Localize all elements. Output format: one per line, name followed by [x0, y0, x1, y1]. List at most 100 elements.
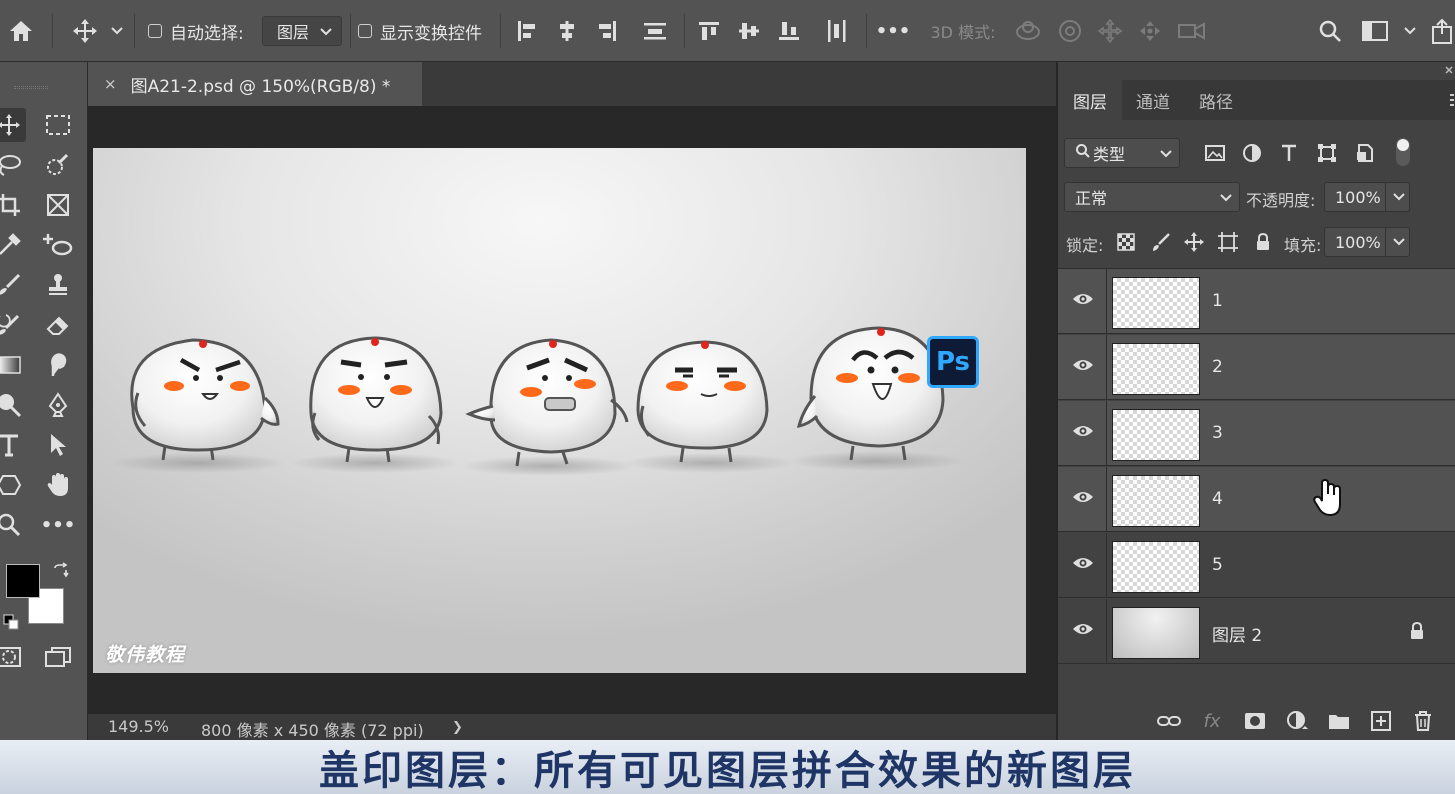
auto-select-target-dropdown[interactable]: 图层 — [262, 16, 342, 46]
blend-mode-dropdown[interactable]: 正常 — [1064, 182, 1240, 212]
filter-adjustment-icon[interactable] — [1239, 140, 1265, 166]
workspace-chevron-icon[interactable] — [1400, 0, 1420, 62]
layer-row[interactable]: 4 — [1058, 467, 1455, 532]
foreground-color-swatch[interactable] — [6, 564, 40, 598]
layer-row[interactable]: 3 — [1058, 401, 1455, 466]
lock-all-icon[interactable] — [1250, 229, 1276, 255]
layer-name[interactable]: 1 — [1212, 291, 1223, 311]
distribute-horizontal-icon[interactable] — [822, 0, 852, 62]
zoom-level[interactable]: 149.5% — [108, 717, 169, 736]
filter-pixel-icon[interactable] — [1202, 140, 1228, 166]
show-transform-checkbox[interactable] — [358, 24, 372, 38]
align-vertical-centers-icon[interactable] — [734, 0, 764, 62]
layer-row[interactable]: 2 — [1058, 335, 1455, 400]
3d-pan-icon[interactable] — [1094, 0, 1126, 62]
workspace-layout-icon[interactable] — [1358, 0, 1392, 62]
link-layers-icon[interactable] — [1156, 708, 1182, 734]
path-selection-icon[interactable] — [41, 428, 75, 462]
tool-preset-chevron-icon[interactable] — [108, 0, 126, 62]
visibility-eye-icon[interactable] — [1072, 423, 1094, 443]
visibility-eye-icon[interactable] — [1072, 489, 1094, 509]
pen-tool-icon[interactable] — [41, 388, 75, 422]
layer-row[interactable]: 1 — [1058, 269, 1455, 334]
add-mask-icon[interactable] — [1242, 708, 1268, 734]
layer-name[interactable]: 4 — [1212, 489, 1223, 509]
layer-row[interactable]: 5 — [1058, 533, 1455, 598]
layer-name[interactable]: 3 — [1212, 423, 1223, 443]
type-tool-icon[interactable] — [0, 428, 26, 462]
new-group-folder-icon[interactable] — [1326, 708, 1352, 734]
eyedropper-icon[interactable] — [0, 228, 26, 262]
layer-name[interactable]: 2 — [1212, 357, 1223, 377]
image-canvas[interactable]: Ps 敬伟教程 — [93, 148, 1026, 673]
default-colors-icon[interactable] — [3, 614, 21, 636]
align-right-edges-icon[interactable] — [592, 0, 622, 62]
3d-orbit-icon[interactable] — [1012, 0, 1044, 62]
eraser-icon[interactable] — [41, 308, 75, 342]
distribute-vertical-icon[interactable] — [638, 0, 672, 62]
quick-mask-icon[interactable] — [0, 640, 26, 674]
fill-field[interactable]: 100% — [1324, 227, 1410, 257]
swap-colors-icon[interactable] — [52, 562, 70, 584]
spot-healing-brush-icon[interactable] — [41, 228, 75, 262]
tab-layers[interactable]: 图层 — [1058, 80, 1122, 120]
layer-name[interactable]: 图层 2 — [1212, 621, 1262, 646]
layer-lock-icon[interactable] — [1408, 621, 1426, 645]
screen-mode-icon[interactable] — [41, 640, 75, 674]
filter-type-icon[interactable] — [1276, 140, 1302, 166]
dodge-icon[interactable] — [0, 388, 26, 422]
layer-style-fx-icon[interactable]: fx — [1199, 708, 1225, 734]
show-transform-controls-toggle[interactable]: 显示变换控件 — [358, 0, 492, 62]
new-layer-icon[interactable] — [1368, 708, 1394, 734]
tab-paths[interactable]: 路径 — [1184, 80, 1248, 120]
lock-transparent-pixels-icon[interactable] — [1113, 229, 1139, 255]
layer-name[interactable]: 5 — [1212, 555, 1223, 575]
visibility-eye-icon[interactable] — [1072, 621, 1094, 641]
frame-tool-icon[interactable] — [41, 188, 75, 222]
new-adjustment-layer-icon[interactable] — [1284, 708, 1310, 734]
filter-toggle-switch[interactable] — [1396, 138, 1410, 166]
opacity-slider-chevron-icon[interactable] — [1385, 182, 1411, 212]
lock-position-icon[interactable] — [1181, 229, 1207, 255]
lock-artboard-icon[interactable] — [1215, 229, 1241, 255]
lock-image-pixels-icon[interactable] — [1148, 229, 1174, 255]
quick-selection-icon[interactable] — [41, 148, 75, 182]
lasso-icon[interactable] — [0, 148, 26, 182]
history-brush-icon[interactable] — [0, 308, 26, 342]
opacity-field[interactable]: 100% — [1324, 182, 1410, 212]
filter-smart-object-icon[interactable] — [1352, 140, 1378, 166]
share-icon[interactable] — [1430, 0, 1455, 62]
gradient-icon[interactable] — [0, 348, 26, 382]
tab-channels[interactable]: 通道 — [1122, 80, 1184, 120]
fill-slider-chevron-icon[interactable] — [1385, 227, 1411, 257]
search-icon[interactable] — [1314, 0, 1346, 62]
move-tool-icon[interactable] — [68, 0, 102, 62]
delete-layer-icon[interactable] — [1410, 708, 1436, 734]
smudge-icon[interactable] — [41, 348, 75, 382]
crop-icon[interactable] — [0, 188, 26, 222]
filter-shape-icon[interactable] — [1314, 140, 1340, 166]
align-horizontal-centers-icon[interactable] — [552, 0, 582, 62]
hand-tool-icon[interactable] — [41, 468, 75, 502]
brush-icon[interactable] — [0, 268, 26, 302]
clone-stamp-icon[interactable] — [41, 268, 75, 302]
panel-menu-icon[interactable] — [1449, 92, 1455, 112]
document-tab[interactable]: × 图A21-2.psd @ 150%(RGB/8) * — [88, 62, 422, 106]
panel-collapse-icon[interactable] — [1443, 64, 1455, 80]
auto-select-toggle[interactable]: 自动选择: — [148, 0, 252, 62]
align-left-edges-icon[interactable] — [512, 0, 542, 62]
edit-toolbar-button[interactable]: ••• — [41, 508, 76, 542]
align-top-edges-icon[interactable] — [694, 0, 724, 62]
filter-kind-dropdown[interactable]: 类型 — [1064, 138, 1180, 168]
more-options-button[interactable]: ••• — [874, 0, 912, 62]
rectangular-marquee-icon[interactable] — [41, 108, 75, 142]
move-tool-icon[interactable] — [0, 108, 26, 142]
close-tab-button[interactable]: × — [104, 75, 117, 93]
layer-row[interactable]: 图层 2 — [1058, 599, 1455, 664]
align-bottom-edges-icon[interactable] — [774, 0, 804, 62]
3d-slide-icon[interactable] — [1134, 0, 1166, 62]
visibility-eye-icon[interactable] — [1072, 555, 1094, 575]
3d-roll-icon[interactable] — [1054, 0, 1086, 62]
polygon-shape-icon[interactable] — [0, 468, 26, 502]
visibility-eye-icon[interactable] — [1072, 357, 1094, 377]
